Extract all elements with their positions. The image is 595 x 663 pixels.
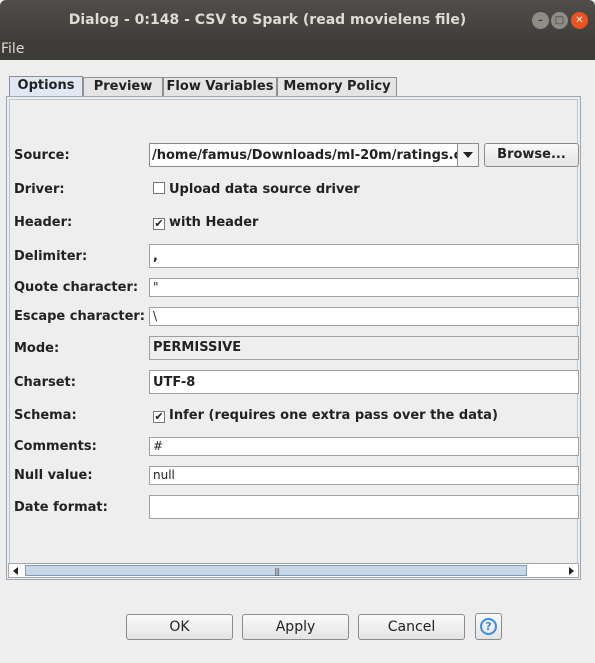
driver-checkbox-label: Upload data source driver	[169, 182, 360, 197]
source-value: /home/famus/Downloads/ml-20m/ratings.csv	[152, 148, 478, 163]
scrollbar-thumb[interactable]: |||	[25, 565, 527, 576]
help-icon: ?	[480, 618, 497, 635]
checkbox-unchecked-icon[interactable]	[153, 182, 165, 194]
cancel-button[interactable]: Cancel	[358, 614, 465, 640]
close-icon[interactable]: ✕	[571, 12, 588, 29]
charset-field[interactable]: UTF-8	[149, 370, 579, 394]
maximize-icon[interactable]: □	[551, 12, 568, 29]
source-combobox[interactable]: /home/famus/Downloads/ml-20m/ratings.csv	[149, 143, 479, 167]
menu-bar: File	[0, 40, 595, 60]
chevron-down-icon[interactable]	[457, 144, 478, 166]
comments-field[interactable]: #	[149, 437, 579, 456]
schema-checkbox-label: Infer (requires one extra pass over the …	[169, 408, 498, 423]
header-checkbox-label: with Header	[169, 215, 259, 230]
schema-label: Schema:	[14, 408, 77, 423]
checkmark-icon[interactable]: ✔	[153, 218, 165, 230]
menu-file[interactable]: File	[1, 41, 24, 57]
tab-memory-policy[interactable]: Memory Policy	[277, 77, 397, 97]
scroll-left-icon[interactable]	[13, 567, 18, 575]
horizontal-scrollbar[interactable]: |||	[8, 563, 579, 578]
header-label: Header:	[14, 215, 73, 230]
comments-label: Comments:	[14, 439, 97, 454]
quote-label: Quote character:	[14, 280, 139, 295]
null-value-label: Null value:	[14, 468, 93, 483]
source-label: Source:	[14, 148, 70, 163]
delimiter-field[interactable]: ,	[149, 244, 579, 268]
apply-button[interactable]: Apply	[242, 614, 349, 640]
escape-field[interactable]: \	[149, 307, 579, 326]
null-value-field[interactable]: null	[149, 466, 579, 485]
tab-flow-variables[interactable]: Flow Variables	[163, 77, 277, 97]
delimiter-label: Delimiter:	[14, 249, 88, 264]
mode-label: Mode:	[14, 341, 60, 356]
quote-field[interactable]: "	[149, 278, 579, 297]
tab-options[interactable]: Options	[9, 76, 83, 98]
help-button[interactable]: ?	[475, 613, 502, 640]
schema-checkbox[interactable]: ✔ Infer (requires one extra pass over the…	[153, 408, 498, 423]
date-format-label: Date format:	[14, 500, 108, 515]
grip-icon: |||	[274, 567, 280, 576]
charset-label: Charset:	[14, 375, 76, 390]
date-format-field[interactable]	[149, 495, 579, 519]
tab-preview[interactable]: Preview	[83, 77, 163, 97]
checkmark-icon[interactable]: ✔	[153, 411, 165, 423]
window-title: Dialog - 0:148 - CSV to Spark (read movi…	[68, 12, 467, 28]
minimize-icon[interactable]: –	[532, 12, 549, 29]
header-checkbox[interactable]: ✔ with Header	[153, 215, 258, 230]
browse-button[interactable]: Browse...	[484, 143, 579, 167]
ok-button[interactable]: OK	[126, 614, 233, 640]
driver-label: Driver:	[14, 182, 65, 197]
escape-label: Escape character:	[14, 309, 146, 324]
mode-select[interactable]: PERMISSIVE	[149, 336, 579, 360]
scroll-right-icon[interactable]	[569, 567, 574, 575]
driver-checkbox[interactable]: Upload data source driver	[153, 182, 360, 197]
window-titlebar: Dialog - 0:148 - CSV to Spark (read movi…	[0, 0, 595, 40]
